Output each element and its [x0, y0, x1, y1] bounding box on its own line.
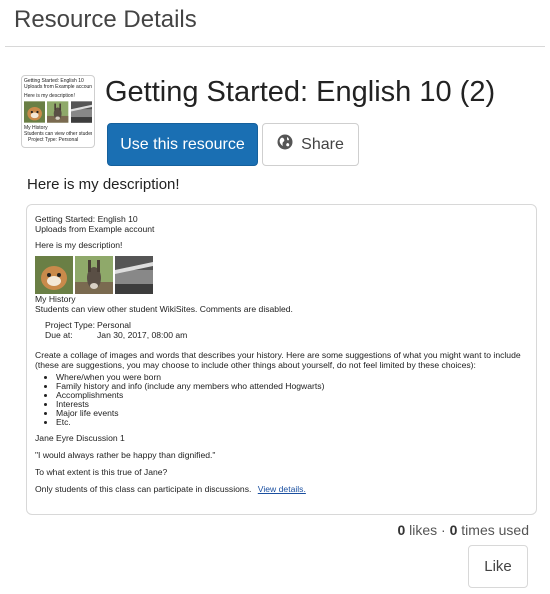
preview-title: Getting Started: English 10 — [35, 214, 138, 224]
preview-section-title: My History — [35, 294, 76, 304]
times-used-count: 0 — [449, 522, 458, 538]
discussion-question: To what extent is this true of Jane? — [35, 467, 168, 477]
list-item: Major life events — [56, 409, 528, 418]
bulldog-image — [24, 101, 46, 123]
resource-preview: Getting Started: English 10 Uploads from… — [26, 204, 537, 515]
preview-description: Here is my description! — [35, 240, 123, 250]
due-row: Due at: Jan 30, 2017, 08:00 am — [45, 330, 528, 340]
share-label: Share — [301, 135, 344, 153]
title-divider — [5, 46, 545, 47]
preview-subtitle: Uploads from Example account — [35, 224, 155, 234]
times-used-label: times used — [461, 522, 529, 538]
donkey-image — [47, 101, 69, 123]
thumbnail-line: Uploads from Example account — [24, 84, 92, 90]
list-item: Etc. — [56, 418, 528, 427]
participation-note: Only students of this class can particip… — [35, 484, 252, 494]
resource-description: Here is my description! — [27, 176, 180, 193]
project-type-value: Personal — [97, 320, 131, 330]
participation-row: Only students of this class can particip… — [35, 484, 528, 494]
bulldog-image — [35, 256, 73, 294]
likes-count: 0 — [397, 522, 406, 538]
stadium-image — [70, 101, 92, 123]
discussion-title: Jane Eyre Discussion 1 — [35, 433, 125, 443]
due-label: Due at: — [45, 330, 73, 340]
due-value: Jan 30, 2017, 08:00 am — [97, 330, 188, 340]
page-title: Resource Details — [14, 6, 197, 33]
stats-separator: · — [441, 522, 446, 538]
list-item: Family history and info (include any mem… — [56, 382, 528, 391]
thumbnail-line: Here is my description! — [24, 93, 75, 99]
suggestion-list: Where/when you were born Family history … — [56, 373, 528, 427]
resource-title: Getting Started: English 10 (2) — [105, 76, 496, 108]
usage-stats: 0 likes · 0 times used — [397, 522, 529, 538]
thumbnail-line: Project Type: Personal — [28, 137, 79, 143]
resource-thumbnail: Getting Started: English 10 Uploads from… — [21, 75, 95, 148]
preview-images — [35, 256, 528, 294]
preview-section-note: Students can view other student WikiSite… — [35, 304, 293, 314]
likes-label: likes — [409, 522, 438, 538]
discussion-quote: "I would always rather be happy than dig… — [35, 450, 216, 460]
view-details-link[interactable]: View details. — [258, 484, 306, 494]
share-button[interactable]: Share — [262, 123, 359, 166]
preview-instructions: Create a collage of images and words tha… — [35, 350, 521, 370]
like-button[interactable]: Like — [468, 545, 528, 588]
donkey-image — [75, 256, 113, 294]
use-resource-button[interactable]: Use this resource — [107, 123, 258, 166]
list-item: Accomplishments — [56, 391, 528, 400]
thumbnail-images — [24, 101, 92, 123]
project-type-label: Project Type: — [45, 320, 95, 330]
list-item: Interests — [56, 400, 528, 409]
stadium-image — [115, 256, 153, 294]
project-type-row: Project Type: Personal — [45, 320, 528, 330]
globe-icon — [277, 134, 293, 155]
